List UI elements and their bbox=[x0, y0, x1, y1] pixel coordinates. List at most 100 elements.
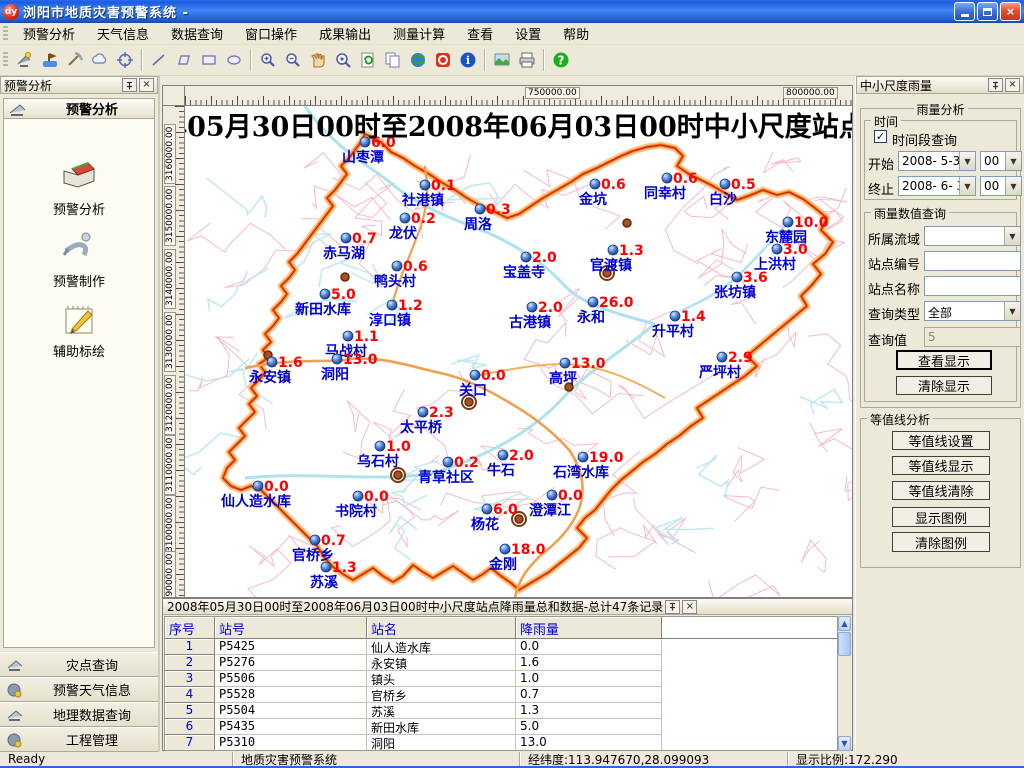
rain-station[interactable]: 1.4升平村 bbox=[652, 309, 706, 340]
disaster-point-icon[interactable] bbox=[37, 48, 62, 73]
start-date-combo[interactable]: 2008- 5-30▼ bbox=[898, 151, 976, 171]
rain-station[interactable]: 3.0上洪村 bbox=[754, 242, 808, 273]
draw-ellipse-icon[interactable] bbox=[221, 48, 246, 73]
rain-station[interactable]: 6.0杨花 bbox=[471, 502, 518, 533]
station-marker-icon[interactable] bbox=[392, 261, 402, 271]
rain-station[interactable]: 0.0关口 bbox=[459, 368, 506, 399]
restore-button[interactable] bbox=[977, 2, 998, 21]
station-marker-icon[interactable] bbox=[387, 300, 397, 310]
rain-station[interactable]: 0.2龙伏 bbox=[388, 211, 436, 242]
print-icon[interactable] bbox=[514, 48, 539, 73]
col-seq[interactable]: 序号 bbox=[165, 617, 215, 639]
chevron-down-icon[interactable]: ▼ bbox=[959, 177, 975, 195]
zoom-window-icon[interactable] bbox=[330, 48, 355, 73]
chevron-down-icon[interactable]: ▼ bbox=[1004, 227, 1020, 245]
station-marker-icon[interactable] bbox=[560, 358, 570, 368]
rain-station[interactable]: 19.0石湾水库 bbox=[552, 450, 624, 481]
col-rainfall[interactable]: 降雨量 bbox=[516, 617, 662, 639]
contour-clear-button[interactable]: 等值线清除 bbox=[892, 481, 990, 500]
rain-station[interactable]: 0.0澄潭江 bbox=[529, 488, 583, 519]
station-marker-icon[interactable] bbox=[527, 302, 537, 312]
draw-rectangle-icon[interactable] bbox=[196, 48, 221, 73]
rain-station[interactable]: 3.6张坊镇 bbox=[714, 270, 768, 301]
tool-warning-produce[interactable]: 预警制作 bbox=[4, 229, 154, 290]
locate-target-icon[interactable] bbox=[112, 48, 137, 73]
station-marker-icon[interactable] bbox=[717, 352, 727, 362]
globe-icon[interactable] bbox=[405, 48, 430, 73]
station-marker-icon[interactable] bbox=[783, 217, 793, 227]
help-icon[interactable]: ? bbox=[548, 48, 573, 73]
end-hour-combo[interactable]: 00▼ bbox=[980, 176, 1022, 196]
contour-settings-button[interactable]: 等值线设置 bbox=[892, 431, 990, 450]
table-row[interactable]: 3P5506镇头1.0 bbox=[165, 671, 837, 687]
station-marker-icon[interactable] bbox=[670, 311, 680, 321]
station-marker-icon[interactable] bbox=[662, 173, 672, 183]
table-row[interactable]: 7P5310洞阳13.0 bbox=[165, 735, 837, 751]
table-row[interactable]: 1P5425仙人造水库0.0 bbox=[165, 639, 837, 655]
station-marker-icon[interactable] bbox=[500, 544, 510, 554]
chevron-down-icon[interactable]: ▼ bbox=[959, 152, 975, 170]
scroll-down-icon[interactable]: ▼ bbox=[838, 736, 851, 751]
right-panel-close-button[interactable]: × bbox=[1005, 78, 1020, 92]
scroll-up-icon[interactable]: ▲ bbox=[838, 616, 851, 631]
station-name-input[interactable] bbox=[924, 276, 1021, 296]
refresh-view-icon[interactable] bbox=[355, 48, 380, 73]
rain-station[interactable]: 0.6鸭头村 bbox=[374, 259, 428, 290]
left-panel-pin-button[interactable] bbox=[122, 78, 137, 92]
menu-settings[interactable]: 设置 bbox=[504, 22, 552, 45]
rain-station[interactable]: 0.6同幸村 bbox=[644, 171, 698, 202]
end-date-combo[interactable]: 2008- 6- 3▼ bbox=[898, 176, 976, 196]
map-viewport[interactable]: 6.0山枣潭0.1社港镇0.3周洛0.2龙伏0.7赤马湖2.0宝盖寺0.6鸭头村… bbox=[185, 106, 852, 597]
left-panel-close-button[interactable]: × bbox=[139, 78, 154, 92]
menu-output[interactable]: 成果输出 bbox=[308, 22, 382, 45]
rain-station[interactable]: 0.3周洛 bbox=[464, 202, 511, 233]
station-marker-icon[interactable] bbox=[343, 331, 353, 341]
show-legend-button[interactable]: 显示图例 bbox=[892, 507, 990, 527]
sidebar-item-warning-weather[interactable]: 预警天气信息 bbox=[0, 677, 158, 702]
station-marker-icon[interactable] bbox=[475, 204, 485, 214]
menu-warning-analysis[interactable]: 预警分析 bbox=[12, 22, 86, 45]
tool-aux-plot[interactable]: 辅助标绘 bbox=[4, 301, 154, 360]
stop-icon[interactable] bbox=[430, 48, 455, 73]
station-marker-icon[interactable] bbox=[772, 244, 782, 254]
rain-station[interactable]: 0.0书院村 bbox=[335, 489, 389, 520]
view-display-button[interactable]: 查看显示 bbox=[896, 350, 992, 370]
close-button[interactable]: × bbox=[1000, 2, 1021, 21]
menu-view[interactable]: 查看 bbox=[456, 22, 504, 45]
station-marker-icon[interactable] bbox=[521, 252, 531, 262]
right-panel-pin-button[interactable] bbox=[988, 78, 1003, 92]
table-row[interactable]: 5P5504苏溪1.3 bbox=[165, 703, 837, 719]
sidebar-item-geo-data-query[interactable]: 地理数据查询 bbox=[0, 702, 158, 727]
clear-display-button[interactable]: 清除显示 bbox=[896, 376, 992, 395]
table-row[interactable]: 4P5528官桥乡0.7 bbox=[165, 687, 837, 703]
col-station-name[interactable]: 站名 bbox=[367, 617, 516, 639]
query-type-combo[interactable]: 全部▼ bbox=[924, 301, 1021, 321]
rain-station[interactable]: 2.0古港镇 bbox=[509, 300, 563, 331]
zoom-out-icon[interactable] bbox=[280, 48, 305, 73]
contour-display-button[interactable]: 等值线显示 bbox=[892, 456, 990, 475]
station-marker-icon[interactable] bbox=[375, 441, 385, 451]
rain-station[interactable]: 0.5白沙 bbox=[709, 177, 756, 208]
station-marker-icon[interactable] bbox=[547, 490, 557, 500]
grid-scrollbar[interactable]: ▲ ▼ bbox=[837, 616, 851, 751]
info-icon[interactable]: i bbox=[455, 48, 480, 73]
rain-station[interactable]: 2.0牛石 bbox=[487, 448, 534, 479]
table-row[interactable]: 2P5276永安镇1.6 bbox=[165, 655, 837, 671]
sidebar-item-project-mgmt[interactable]: 工程管理 bbox=[0, 727, 158, 752]
rain-station[interactable]: 0.7赤马湖 bbox=[323, 231, 377, 262]
rain-station[interactable]: 5.0新田水库 bbox=[295, 287, 356, 318]
menu-help[interactable]: 帮助 bbox=[552, 22, 600, 45]
export-image-icon[interactable] bbox=[489, 48, 514, 73]
chevron-down-icon[interactable]: ▼ bbox=[1005, 152, 1021, 170]
minimize-button[interactable] bbox=[954, 2, 975, 21]
start-hour-combo[interactable]: 00▼ bbox=[980, 151, 1022, 171]
rain-station[interactable]: 18.0金刚 bbox=[488, 542, 546, 573]
rain-station[interactable]: 0.2青草社区 bbox=[418, 455, 479, 486]
tool-warning-analysis[interactable]: 预警分析 bbox=[4, 159, 154, 218]
menu-data-query[interactable]: 数据查询 bbox=[160, 22, 234, 45]
basin-combo[interactable]: ▼ bbox=[924, 226, 1021, 246]
station-marker-icon[interactable] bbox=[321, 562, 331, 572]
menu-window-ops[interactable]: 窗口操作 bbox=[234, 22, 308, 45]
station-marker-icon[interactable] bbox=[320, 289, 330, 299]
menu-measure[interactable]: 测量计算 bbox=[382, 22, 456, 45]
